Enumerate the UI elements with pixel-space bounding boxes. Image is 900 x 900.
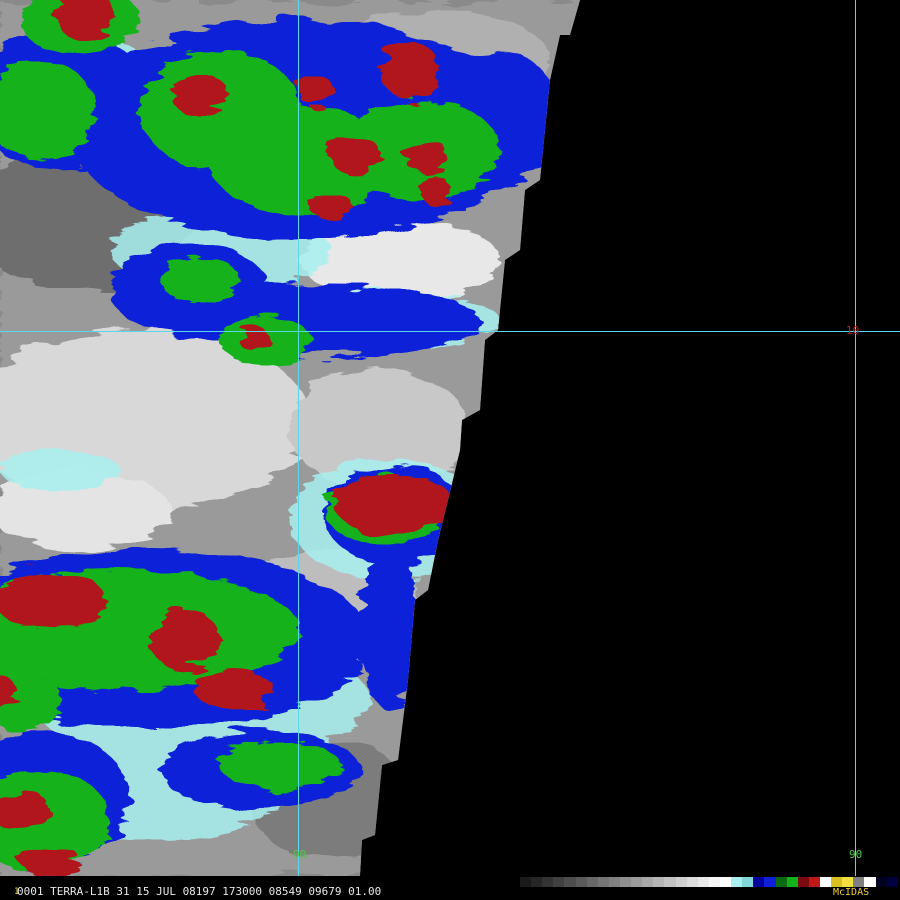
longitude-label: 90 xyxy=(293,848,307,861)
longitude-label: 90 xyxy=(849,848,863,861)
color-scale-swatch xyxy=(520,877,532,887)
color-scale-swatch xyxy=(697,877,709,887)
color-scale-swatch xyxy=(753,877,765,887)
color-scale-swatch xyxy=(786,877,798,887)
color-scale-swatch xyxy=(731,877,743,887)
color-scale-swatch xyxy=(631,877,643,887)
color-scale-swatch xyxy=(764,877,776,887)
color-scale-swatch xyxy=(886,877,898,887)
longitude-grid-line xyxy=(298,0,299,876)
latitude-grid-line xyxy=(0,331,900,332)
mcidas-logo: McIDAS xyxy=(833,887,870,898)
color-scale-swatch xyxy=(675,877,687,887)
color-scale-swatch xyxy=(597,877,609,887)
longitude-grid-line xyxy=(855,0,856,876)
color-scale-swatch xyxy=(542,877,554,887)
color-scale-swatch xyxy=(719,877,732,887)
color-scale-swatch xyxy=(775,877,787,887)
color-scale-swatch xyxy=(831,877,843,887)
color-scale-swatch xyxy=(619,877,632,887)
color-scale-swatch xyxy=(531,877,543,887)
image-metadata-text: 0001 TERRA-L1B 31 15 JUL 08197 173000 08… xyxy=(17,885,382,898)
color-scale-swatch xyxy=(642,877,654,887)
color-scale-swatch xyxy=(586,877,598,887)
color-scale-swatch xyxy=(564,877,576,887)
color-scale-swatch xyxy=(708,877,720,887)
color-scale-swatch xyxy=(686,877,698,887)
color-scale-swatch xyxy=(797,877,809,887)
color-scale-bar xyxy=(520,877,898,887)
color-scale-swatch xyxy=(853,877,865,887)
color-scale-swatch xyxy=(808,877,820,887)
color-scale-swatch xyxy=(742,877,754,887)
color-scale-swatch xyxy=(608,877,620,887)
color-scale-swatch xyxy=(664,877,676,887)
color-scale-swatch xyxy=(553,877,565,887)
color-scale-swatch xyxy=(842,877,854,887)
satellite-image-frame: 10 90 90 1 0001 TERRA-L1B 31 15 JUL 0819… xyxy=(0,0,900,900)
satellite-imagery xyxy=(0,0,900,876)
color-scale-swatch xyxy=(819,877,832,887)
color-scale-swatch xyxy=(575,877,587,887)
color-scale-swatch xyxy=(653,877,665,887)
color-scale-swatch xyxy=(864,877,876,887)
color-scale-swatch xyxy=(875,877,887,887)
latitude-label: 10 xyxy=(846,324,860,337)
